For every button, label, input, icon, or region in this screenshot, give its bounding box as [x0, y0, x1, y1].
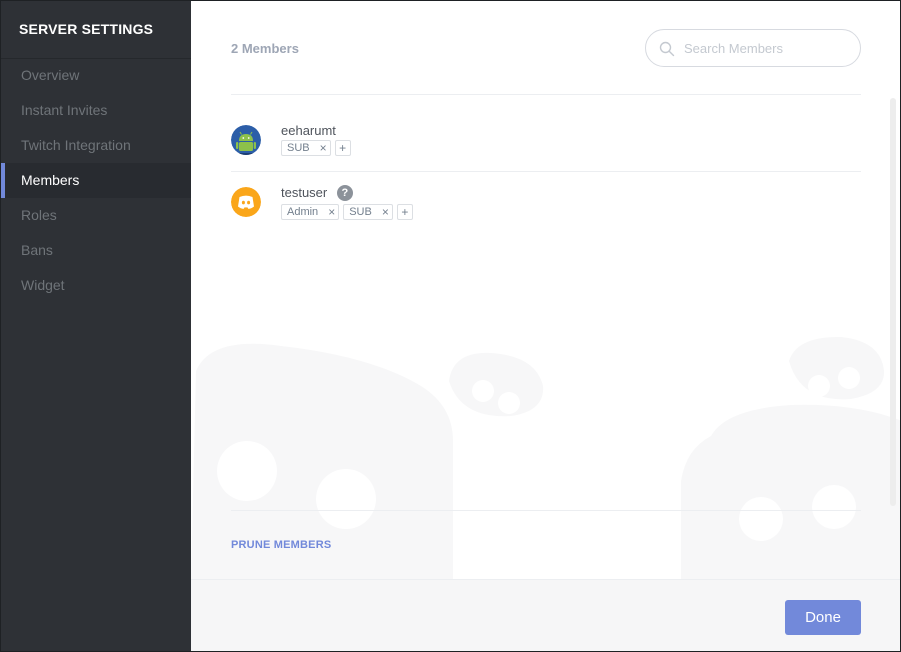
scrollbar[interactable] [890, 98, 896, 506]
member-row: testuser ? Admin × SUB × + [231, 172, 861, 242]
member-name[interactable]: testuser [281, 185, 327, 200]
avatar[interactable] [231, 187, 261, 217]
sidebar-item-bans[interactable]: Bans [1, 233, 191, 268]
sidebar-item-members[interactable]: Members [1, 163, 191, 198]
member-name[interactable]: eeharumt [281, 123, 336, 138]
members-panel: 2 Members Search Members eeharumt SUB × … [191, 1, 900, 651]
sidebar: SERVER SETTINGS Overview Instant Invites… [1, 1, 191, 651]
server-settings-window: SERVER SETTINGS Overview Instant Invites… [0, 0, 901, 652]
member-roles: SUB × + [281, 140, 351, 156]
member-name-wrap: testuser ? [281, 185, 353, 201]
search-box[interactable] [645, 29, 861, 67]
sidebar-item-overview[interactable]: Overview [1, 58, 191, 93]
add-role-button[interactable]: + [396, 204, 413, 220]
remove-role-icon[interactable]: × [328, 205, 335, 219]
role-name: SUB [287, 142, 310, 154]
footer: Done [191, 579, 900, 651]
sidebar-title: SERVER SETTINGS [19, 21, 154, 37]
help-icon[interactable]: ? [336, 185, 353, 201]
sidebar-item-widget[interactable]: Widget [1, 268, 191, 303]
member-row: eeharumt SUB × + [231, 95, 861, 172]
remove-role-icon[interactable]: × [382, 205, 389, 219]
role-tag: SUB × [281, 140, 331, 156]
android-icon [231, 125, 261, 155]
sidebar-item-roles[interactable]: Roles [1, 198, 191, 233]
search-input[interactable] [684, 39, 849, 57]
sidebar-item-twitch-integration[interactable]: Twitch Integration [1, 128, 191, 163]
remove-role-icon[interactable]: × [320, 141, 327, 155]
add-role-button[interactable]: + [334, 140, 351, 156]
members-count: 2 Members [231, 41, 299, 56]
search-icon [659, 41, 675, 57]
role-tag: Admin × [281, 204, 340, 220]
sidebar-item-instant-invites[interactable]: Instant Invites [1, 93, 191, 128]
role-name: SUB [349, 206, 372, 218]
role-name: Admin [287, 206, 319, 218]
sidebar-nav: Overview Instant Invites Twitch Integrat… [1, 58, 191, 303]
role-tag: SUB × [343, 204, 393, 220]
discord-icon [231, 187, 261, 217]
prune-divider [231, 510, 861, 511]
member-roles: Admin × SUB × + [281, 204, 413, 220]
done-button[interactable]: Done [785, 600, 861, 635]
prune-members-button[interactable]: PRUNE MEMBERS [231, 539, 331, 551]
avatar[interactable] [231, 125, 261, 155]
